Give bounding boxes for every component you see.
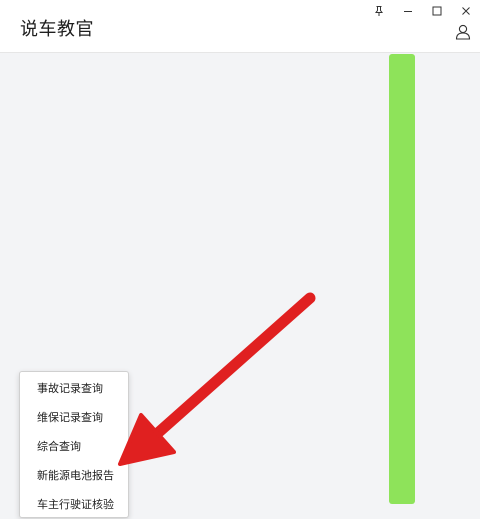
context-menu: 事故记录查询 维保记录查询 综合查询 新能源电池报告 车主行驶证核验 [19, 371, 129, 518]
app-window: 说车教官 事故记录查询 维保记录查询 综合查询 新能源电池报告 车主行驶证核验 [0, 0, 480, 518]
title-bar: 说车教官 [0, 0, 480, 53]
app-title: 说车教官 [20, 19, 94, 40]
minimize-icon [402, 5, 414, 17]
menu-item-comprehensive-query[interactable]: 综合查询 [20, 432, 128, 461]
menu-item-accident-record-query[interactable]: 事故记录查询 [20, 374, 128, 403]
minimize-button[interactable] [393, 0, 422, 22]
close-icon [460, 5, 472, 17]
user-account-button[interactable] [452, 23, 474, 45]
window-controls [364, 0, 480, 22]
menu-item-ev-battery-report[interactable]: 新能源电池报告 [20, 461, 128, 490]
menu-item-maintenance-record-query[interactable]: 维保记录查询 [20, 403, 128, 432]
pin-button[interactable] [364, 0, 393, 22]
close-button[interactable] [451, 0, 480, 22]
pin-icon [373, 5, 385, 17]
user-icon [454, 23, 472, 45]
highlight-bar [389, 54, 415, 504]
maximize-icon [431, 5, 443, 17]
menu-item-owner-license-verification[interactable]: 车主行驶证核验 [20, 490, 128, 519]
maximize-button[interactable] [422, 0, 451, 22]
